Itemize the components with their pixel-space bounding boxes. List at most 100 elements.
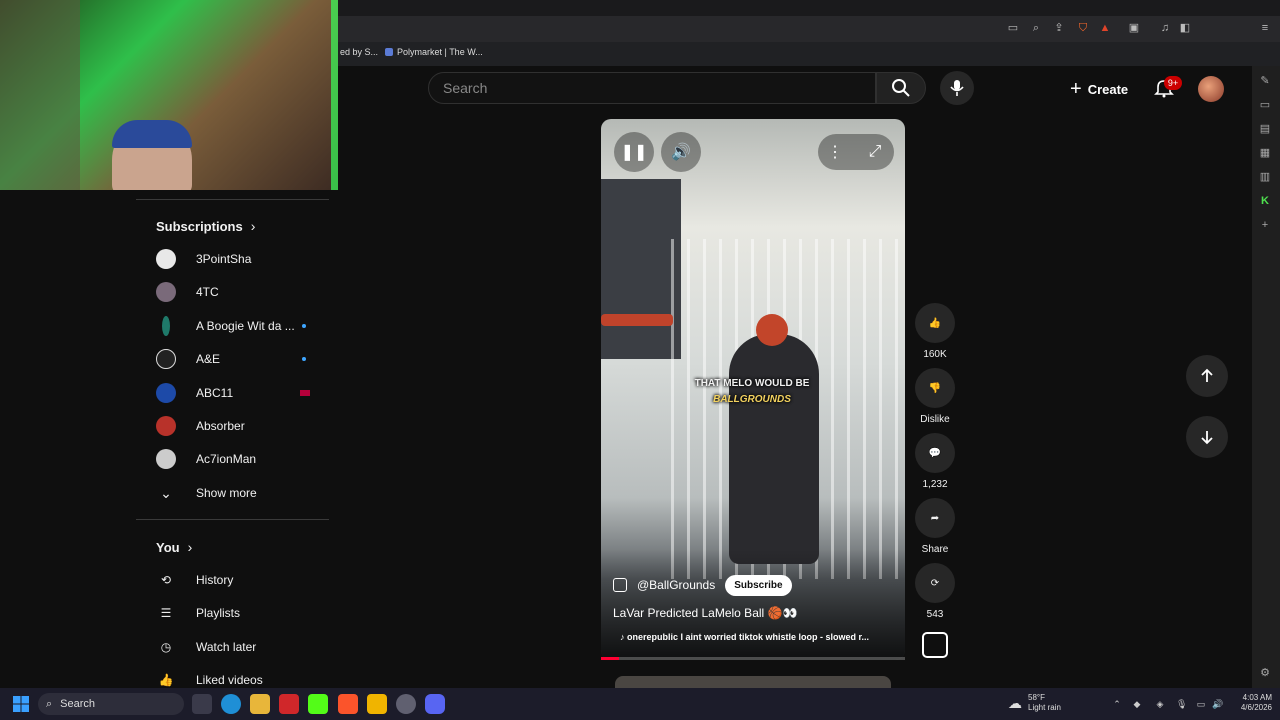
cast-icon[interactable]: ▭: [1006, 21, 1020, 35]
video-hoop-rim: [601, 314, 673, 326]
bookmark-item[interactable]: ed by S...: [340, 47, 378, 57]
tray-app-icon[interactable]: ◆: [1132, 699, 1142, 709]
search-input[interactable]: Search: [428, 72, 876, 104]
discord-icon[interactable]: [425, 694, 445, 714]
caption-line-1: THAT MELO WOULD BE: [694, 378, 810, 389]
windows-start-icon[interactable]: [13, 696, 29, 712]
more-options-button[interactable]: ⋮: [815, 132, 855, 172]
channel-name: 3PointSha: [196, 252, 252, 266]
chevron-right-icon: ›: [187, 539, 193, 555]
remix-button[interactable]: ⟳: [915, 563, 955, 603]
video-icon[interactable]: ▭: [1258, 98, 1272, 112]
like-action[interactable]: 👍 160K: [915, 303, 955, 360]
subscription-absorber[interactable]: Absorber: [156, 414, 326, 438]
add-panel-icon[interactable]: +: [1258, 218, 1272, 232]
clock-date: 4/6/2026: [1240, 703, 1272, 712]
subscription-a-boogie[interactable]: A Boogie Wit da ...: [156, 314, 326, 338]
arrow-up-icon: [1201, 368, 1213, 382]
sidebar-item-watch-later[interactable]: ◷ Watch later: [156, 635, 257, 659]
share-action[interactable]: ➦ Share: [915, 498, 955, 555]
weather-widget[interactable]: ☁ 58°F Light rain: [1008, 693, 1061, 713]
short-title[interactable]: LaVar Predicted LaMelo Ball 🏀👀: [613, 606, 797, 620]
channel-avatar: [162, 316, 170, 336]
acrobat-icon[interactable]: [279, 694, 299, 714]
pause-button[interactable]: ❚❚: [614, 132, 654, 172]
pin-icon[interactable]: ✎: [1258, 74, 1272, 88]
sidebar-item-playlists[interactable]: ☰ Playlists: [156, 601, 240, 625]
network-icon[interactable]: ▭: [1196, 699, 1206, 709]
task-view-icon[interactable]: [192, 694, 212, 714]
file-explorer-icon[interactable]: [250, 694, 270, 714]
channel-handle[interactable]: @BallGrounds: [637, 578, 715, 592]
system-clock[interactable]: 4:03 AM 4/6/2026: [1226, 693, 1272, 713]
show-more-button[interactable]: ⌄ Show more: [156, 481, 326, 505]
bookmark-polymarket[interactable]: Polymarket | The W...: [385, 47, 483, 57]
sidebar-item-label: History: [196, 573, 234, 587]
subscriptions-heading[interactable]: Subscriptions ›: [156, 218, 255, 234]
brave-shield-icon[interactable]: ⛉: [1076, 21, 1090, 35]
channel-logo-icon[interactable]: [922, 632, 948, 658]
next-short-button[interactable]: [1186, 416, 1228, 458]
channel-name: A Boogie Wit da ...: [196, 319, 295, 333]
rockstar-icon[interactable]: [367, 694, 387, 714]
channel-logo-icon[interactable]: [613, 578, 627, 592]
taskbar-search[interactable]: ⌕ Search: [38, 693, 184, 715]
dislike-button[interactable]: 👎: [915, 368, 955, 408]
chevron-up-icon[interactable]: ⌃: [1112, 699, 1122, 709]
you-heading[interactable]: You ›: [156, 539, 192, 555]
menu-icon[interactable]: ≡: [1258, 21, 1272, 35]
thumbs-up-icon: 👍: [928, 317, 942, 329]
sound-source-action[interactable]: [915, 632, 955, 658]
vertical-dots-icon: ⋮: [827, 144, 843, 161]
account-avatar[interactable]: [1198, 76, 1224, 102]
settings-gear-icon[interactable]: ⚙: [1258, 666, 1272, 680]
kick-app-icon[interactable]: [308, 694, 328, 714]
webcam-light-strip: [331, 0, 338, 190]
fullscreen-button[interactable]: ⤢: [855, 132, 895, 172]
volume-icon: 🔊: [671, 144, 691, 161]
media-icon[interactable]: ♫: [1158, 21, 1172, 35]
reading-list-icon[interactable]: ▥: [1258, 170, 1272, 184]
music-row[interactable]: ♪ onerepublic I aint worried tiktok whis…: [620, 632, 890, 642]
create-button[interactable]: + Create: [1062, 74, 1136, 104]
previous-short-button[interactable]: [1186, 355, 1228, 397]
share-page-icon[interactable]: ⇪: [1052, 21, 1066, 35]
split-view-icon[interactable]: ◧: [1178, 21, 1192, 35]
microphone-icon[interactable]: 🎙: [1176, 699, 1187, 709]
search-button[interactable]: [876, 72, 926, 104]
progress-bar[interactable]: [601, 657, 905, 660]
channel-avatar: [156, 416, 176, 436]
comment-count: 1,232: [922, 479, 948, 490]
comments-button[interactable]: 💬: [915, 433, 955, 473]
volume-button[interactable]: 🔊: [661, 132, 701, 172]
share-arrow-icon: ➦: [930, 512, 940, 524]
wallet-icon[interactable]: ▤: [1258, 122, 1272, 136]
obs-icon[interactable]: [396, 694, 416, 714]
zoom-icon[interactable]: ⌕: [1029, 21, 1043, 35]
channel-row: @BallGrounds Subscribe: [613, 574, 792, 596]
subscription-ac7ionman[interactable]: Ac7ionMan: [156, 447, 326, 471]
dislike-action[interactable]: 👎 Dislike: [915, 368, 955, 425]
subscription-4tc[interactable]: 4TC: [156, 280, 326, 304]
create-label: Create: [1087, 81, 1129, 97]
kick-icon[interactable]: K: [1258, 194, 1272, 208]
brave-icon[interactable]: [338, 694, 358, 714]
share-button[interactable]: ➦: [915, 498, 955, 538]
voice-search-button[interactable]: [940, 71, 974, 105]
sidebar-toggle-icon[interactable]: ▣: [1127, 21, 1141, 35]
volume-icon[interactable]: 🔊: [1212, 699, 1223, 709]
comments-action[interactable]: 💬 1,232: [915, 433, 955, 490]
tray-app-icon[interactable]: ◈: [1155, 699, 1165, 709]
next-short-preview[interactable]: [615, 676, 891, 688]
like-count: 160K: [923, 349, 947, 360]
remix-action[interactable]: ⟳ 543: [915, 563, 955, 620]
subscription-3pointsha[interactable]: 3PointSha: [156, 247, 326, 271]
bookmark-panel-icon[interactable]: ▦: [1258, 146, 1272, 160]
edge-icon[interactable]: [221, 694, 241, 714]
sidebar-item-history[interactable]: ⟲ History: [156, 568, 233, 592]
subscribe-button[interactable]: Subscribe: [725, 574, 792, 596]
rewards-icon[interactable]: ▲: [1098, 21, 1112, 35]
like-button[interactable]: 👍: [915, 303, 955, 343]
subscription-abc11[interactable]: ABC11: [156, 381, 326, 405]
subscription-ae[interactable]: A&E: [156, 347, 326, 371]
